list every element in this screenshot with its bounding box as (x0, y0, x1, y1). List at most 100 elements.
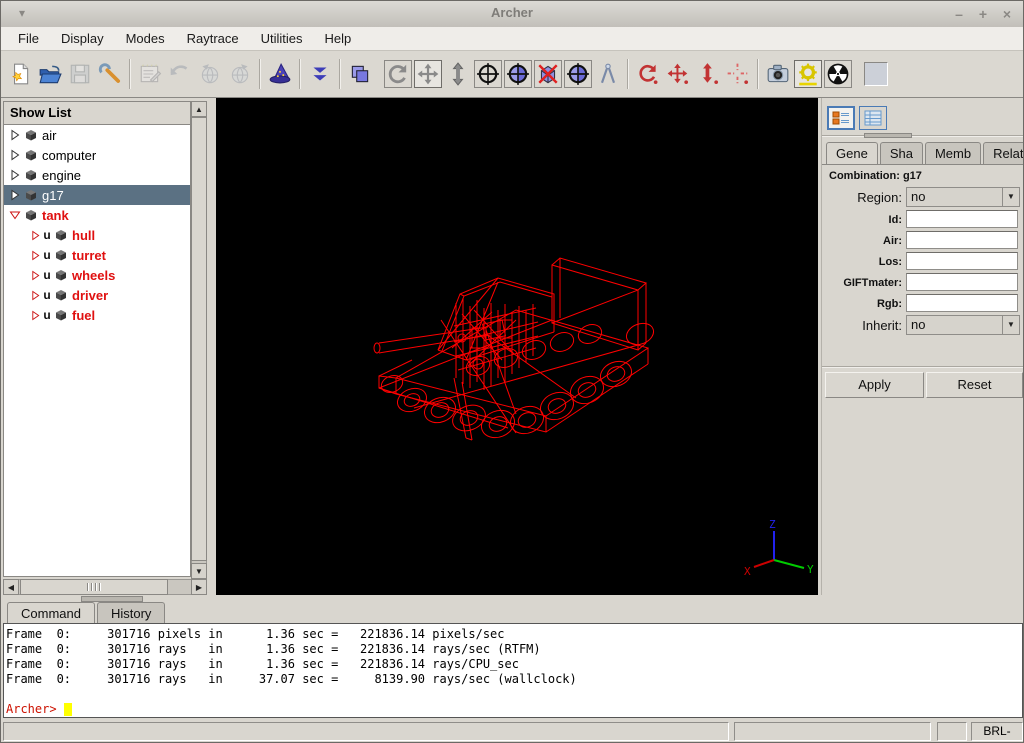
tree-hscroll-thumb[interactable] (20, 579, 168, 595)
tree-view-toggle-button[interactable] (827, 106, 855, 130)
collapse-all-button[interactable] (305, 58, 335, 90)
tree-item-air[interactable]: air (4, 125, 190, 145)
scroll-left-button[interactable]: ◀ (3, 579, 19, 595)
close-button[interactable]: × (997, 4, 1017, 24)
view-axes: Z Y X (744, 518, 814, 578)
autoview-button[interactable] (504, 60, 532, 88)
scroll-down-button[interactable]: ▼ (191, 563, 207, 579)
menu-display[interactable]: Display (50, 28, 115, 49)
union-op-label: u (42, 248, 52, 262)
open-file-button[interactable] (35, 58, 65, 90)
global-undo-button[interactable] (195, 58, 225, 90)
inherit-dropdown[interactable]: no ▼ (906, 315, 1020, 335)
edit-rotate-button[interactable] (633, 58, 663, 90)
wizard-button[interactable] (265, 58, 295, 90)
menu-utilities[interactable]: Utilities (250, 28, 314, 49)
terminal-line: Frame 0: 301716 rays in 1.36 sec = 22183… (6, 657, 1020, 672)
chevron-down-icon[interactable]: ▼ (1002, 316, 1019, 334)
general-tab-body: Combination: g17 Region: no ▼ Id: Air: L… (822, 164, 1024, 365)
expander-icon[interactable] (8, 129, 22, 141)
collapse-icon[interactable] (8, 210, 22, 220)
region-dropdown[interactable]: no ▼ (906, 187, 1020, 207)
status-message-panel (3, 722, 729, 741)
tree-item-fuel[interactable]: u fuel (4, 305, 190, 325)
refresh-view-button[interactable] (564, 60, 592, 88)
tab-members[interactable]: Memb (925, 142, 981, 165)
expander-icon[interactable] (28, 270, 42, 281)
clear-view-button[interactable] (534, 60, 562, 88)
center-view-button[interactable] (474, 60, 502, 88)
panel-sash-handle[interactable] (864, 133, 912, 138)
scroll-right-button[interactable]: ▶ (191, 579, 207, 595)
command-terminal[interactable]: Frame 0: 301716 pixels in 1.36 sec = 221… (3, 623, 1023, 718)
tab-shader[interactable]: Sha (880, 142, 923, 165)
rotate-view-button[interactable] (384, 60, 412, 88)
attributes-edit-button[interactable] (135, 58, 165, 90)
terminal-line: Frame 0: 301716 rays in 1.36 sec = 22183… (6, 642, 1020, 657)
edit-translate-button[interactable] (663, 58, 693, 90)
expander-icon[interactable] (28, 250, 42, 261)
apply-button[interactable]: Apply (825, 372, 924, 398)
expander-icon[interactable] (28, 310, 42, 321)
menu-raytrace[interactable]: Raytrace (176, 28, 250, 49)
axis-y-label: Y (807, 563, 814, 576)
air-field[interactable] (906, 231, 1018, 249)
tree-item-tank[interactable]: tank (4, 205, 190, 225)
edit-scale-button[interactable] (693, 58, 723, 90)
geometry-tree: air computer engine g17 tank u hull (3, 125, 191, 577)
tank-wireframe-model: Z Y X (216, 98, 818, 595)
minimize-button[interactable]: – (949, 4, 969, 24)
overlap-squares-icon (348, 62, 372, 86)
menu-file[interactable]: File (7, 28, 50, 49)
giftmater-field[interactable] (906, 273, 1018, 291)
tab-command[interactable]: Command (7, 602, 95, 624)
expander-icon[interactable] (8, 149, 22, 161)
union-op-label: u (42, 308, 52, 322)
tree-item-engine[interactable]: engine (4, 165, 190, 185)
preferences-button[interactable] (95, 58, 125, 90)
new-file-button[interactable] (5, 58, 35, 90)
tree-vscroll-thumb[interactable] (191, 117, 207, 561)
tab-history[interactable]: History (97, 602, 165, 624)
snapshot-button[interactable] (763, 58, 793, 90)
tree-item-computer[interactable]: computer (4, 145, 190, 165)
tree-item-wheels[interactable]: u wheels (4, 265, 190, 285)
undo-button[interactable] (165, 58, 195, 90)
list-view-toggle-button[interactable] (859, 106, 887, 130)
zoom-view-button[interactable] (443, 58, 473, 90)
menu-modes[interactable]: Modes (115, 28, 176, 49)
title-bar[interactable]: ▾ Archer – + × (1, 1, 1023, 28)
expander-icon[interactable] (8, 169, 22, 181)
raytrace-button[interactable] (794, 60, 822, 88)
edit-translate-icon (666, 62, 690, 86)
chevron-down-icon[interactable]: ▼ (1002, 188, 1019, 206)
tree-item-turret[interactable]: u turret (4, 245, 190, 265)
double-chevron-down-icon (308, 62, 332, 86)
tree-item-driver[interactable]: u driver (4, 285, 190, 305)
framebuffer-button[interactable] (861, 58, 891, 90)
global-redo-button[interactable] (225, 58, 255, 90)
expander-icon[interactable] (28, 230, 42, 241)
menu-help[interactable]: Help (314, 28, 363, 49)
pan-view-button[interactable] (414, 60, 442, 88)
tree-item-g17[interactable]: g17 (4, 185, 190, 205)
tree-item-hull[interactable]: u hull (4, 225, 190, 245)
viewport-3d[interactable]: Z Y X (216, 98, 818, 595)
rgb-field[interactable] (906, 294, 1018, 312)
undo-arrow-icon (168, 62, 192, 86)
scroll-up-button[interactable]: ▲ (191, 101, 207, 117)
reset-button[interactable]: Reset (926, 372, 1023, 398)
expander-icon[interactable] (8, 189, 22, 201)
angle-measure-button[interactable] (593, 58, 623, 90)
tab-general[interactable]: Gene (826, 142, 878, 165)
save-button[interactable] (65, 58, 95, 90)
id-field[interactable] (906, 210, 1018, 228)
overlap-views-button[interactable] (345, 58, 375, 90)
edit-center-button[interactable] (723, 58, 753, 90)
los-field[interactable] (906, 252, 1018, 270)
nuke-button[interactable] (824, 60, 852, 88)
maximize-button[interactable]: + (973, 4, 993, 24)
solid-cube-icon (52, 268, 70, 282)
expander-icon[interactable] (28, 290, 42, 301)
tab-relative-edit[interactable]: Relative E (983, 142, 1024, 165)
